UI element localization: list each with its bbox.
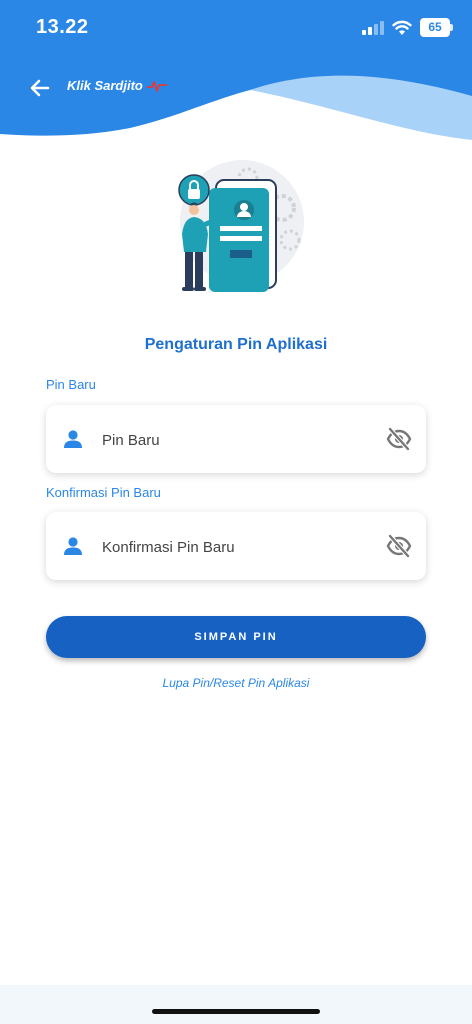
battery-icon: 65 xyxy=(420,18,453,37)
status-icons: 65 xyxy=(362,18,453,37)
user-icon xyxy=(64,537,82,555)
forgot-pin-link[interactable]: Lupa Pin/Reset Pin Aplikasi xyxy=(0,676,472,690)
pin-input[interactable] xyxy=(100,423,374,457)
bottom-safe-area xyxy=(0,985,472,1024)
user-icon xyxy=(64,430,82,448)
confirm-pin-label: Konfirmasi Pin Baru xyxy=(46,485,161,500)
app-header: 13.22 65 Klik Sardjito xyxy=(0,0,472,150)
confirm-pin-field[interactable] xyxy=(46,512,426,580)
wifi-icon xyxy=(392,20,412,35)
pin-field[interactable] xyxy=(46,405,426,473)
heartbeat-icon xyxy=(146,80,167,92)
home-indicator[interactable] xyxy=(152,1009,320,1014)
page-title: Pengaturan Pin Aplikasi xyxy=(144,336,328,353)
eye-off-icon[interactable] xyxy=(386,426,412,452)
eye-off-icon[interactable] xyxy=(386,533,412,559)
brand-name: Klik Sardjito xyxy=(67,78,143,93)
pin-security-illustration xyxy=(178,160,304,292)
back-arrow-icon[interactable] xyxy=(26,74,54,102)
signal-icon xyxy=(362,20,384,35)
status-time: 13.22 xyxy=(36,16,89,38)
save-pin-button[interactable]: SIMPAN PIN xyxy=(46,616,426,658)
app-logo: Klik Sardjito xyxy=(67,78,168,93)
pin-label: Pin Baru xyxy=(46,377,96,392)
confirm-pin-input[interactable] xyxy=(100,530,374,564)
